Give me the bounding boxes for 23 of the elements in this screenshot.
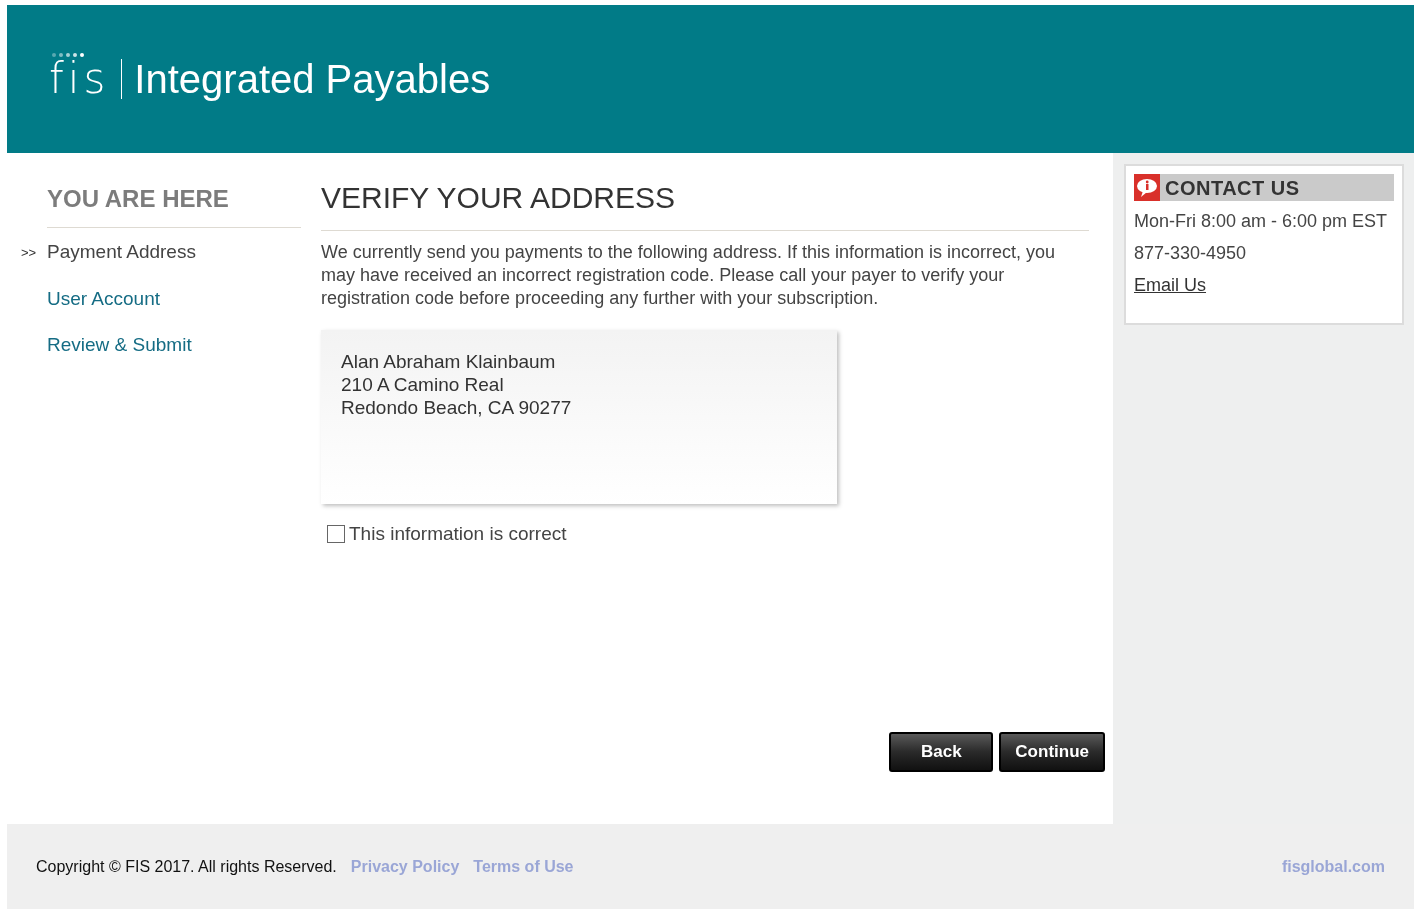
back-button[interactable]: Back xyxy=(889,732,994,772)
checkbox[interactable] xyxy=(327,525,345,544)
current-marker: >> xyxy=(20,243,38,262)
nav-link[interactable]: Review & Submit xyxy=(47,331,192,360)
page-title: VERIFY YOUR ADDRESS xyxy=(321,175,1089,231)
address-line: Redondo Beach, CA 90277 xyxy=(341,396,573,419)
email-link[interactable]: Email Us xyxy=(1134,272,1206,299)
intro-text: We currently send you payments to the following address. If this information is incorrect, you may have received an incorrect registration code. Please call your payer to verify your registration code before proceeding any further with your subscription. xyxy=(321,241,1056,310)
nav-link[interactable]: Payment Address xyxy=(47,238,196,267)
contact-phone: 877-330-4950 xyxy=(1134,242,1248,265)
app-title: Integrated Payables xyxy=(134,59,491,99)
address-line: 210 A Camino Real xyxy=(341,373,505,396)
contact-title: CONTACT US xyxy=(1165,175,1300,201)
address-line: Alan Abraham Klainbaum xyxy=(341,350,557,373)
copyright-text: Copyright © FIS 2017. All rights Reserved. xyxy=(36,856,337,877)
continue-button[interactable]: Continue xyxy=(999,732,1105,772)
checkbox-label: This information is correct xyxy=(349,522,567,546)
dots-icon xyxy=(51,52,87,58)
contact-hours: Mon-Fri 8:00 am - 6:00 pm EST xyxy=(1134,210,1389,233)
logo-text: fis xyxy=(49,58,110,100)
sidebar-heading: YOU ARE HERE xyxy=(47,181,301,228)
nav-link[interactable]: User Account xyxy=(47,284,160,313)
speech-bubble-icon xyxy=(1134,174,1160,201)
